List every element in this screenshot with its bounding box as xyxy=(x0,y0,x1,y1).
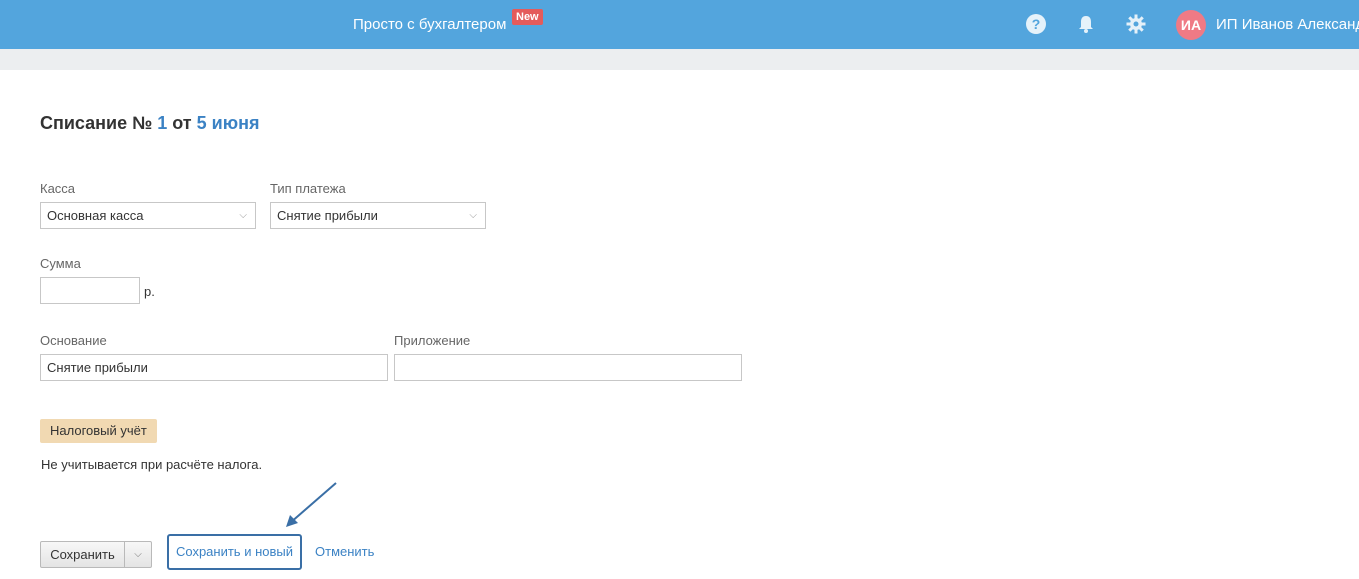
kassa-value: Основная касса xyxy=(47,208,144,223)
chevron-down-icon: ⌵ xyxy=(469,210,477,221)
tax-note: Не учитывается при расчёте налога. xyxy=(41,457,263,472)
save-button[interactable]: Сохранить xyxy=(41,542,125,567)
amount-input[interactable] xyxy=(40,277,140,304)
avatar[interactable]: ИА xyxy=(1176,10,1206,40)
basis-label: Основание xyxy=(40,333,107,348)
save-button-group: Сохранить ⌵ xyxy=(40,541,152,568)
user-name[interactable]: ИП Иванов Александр xyxy=(1216,16,1359,33)
sub-bar xyxy=(0,49,1359,70)
payment-type-label: Тип платежа xyxy=(270,181,346,196)
basis-input[interactable]: Снятие прибыли xyxy=(40,354,388,381)
new-badge: New xyxy=(512,9,543,25)
page-title: Списание № 1 от 5 июня xyxy=(40,113,259,134)
payment-type-select[interactable]: Снятие прибыли ⌵ xyxy=(270,202,486,229)
payment-type-value: Снятие прибыли xyxy=(277,208,378,223)
chevron-down-icon: ⌵ xyxy=(239,210,247,221)
tax-accounting-badge[interactable]: Налоговый учёт xyxy=(40,419,157,443)
amount-label: Сумма xyxy=(40,256,81,271)
help-icon[interactable]: ? xyxy=(1025,13,1047,35)
kassa-select[interactable]: Основная касса ⌵ xyxy=(40,202,256,229)
top-bar: Просто с бухгалтером New ? ИА ИП Иванов … xyxy=(0,0,1359,49)
document-date[interactable]: 5 июня xyxy=(197,113,260,133)
bell-icon[interactable] xyxy=(1075,13,1097,35)
currency-suffix: р. xyxy=(144,284,155,299)
pointer-arrow-icon xyxy=(286,482,337,527)
svg-text:?: ? xyxy=(1032,16,1041,32)
document-number[interactable]: 1 xyxy=(157,113,167,133)
attachment-input[interactable] xyxy=(394,354,742,381)
title-mid: от xyxy=(172,113,192,133)
cancel-link[interactable]: Отменить xyxy=(315,544,374,559)
gear-icon[interactable] xyxy=(1125,13,1147,35)
save-options-button[interactable]: ⌵ xyxy=(125,542,151,567)
chevron-down-icon: ⌵ xyxy=(134,549,142,560)
kassa-label: Касса xyxy=(40,181,76,196)
title-prefix: Списание № xyxy=(40,113,153,133)
accountant-link[interactable]: Просто с бухгалтером xyxy=(353,16,506,33)
attachment-label: Приложение xyxy=(394,333,471,348)
save-and-new-button[interactable]: Сохранить и новый xyxy=(167,534,302,570)
